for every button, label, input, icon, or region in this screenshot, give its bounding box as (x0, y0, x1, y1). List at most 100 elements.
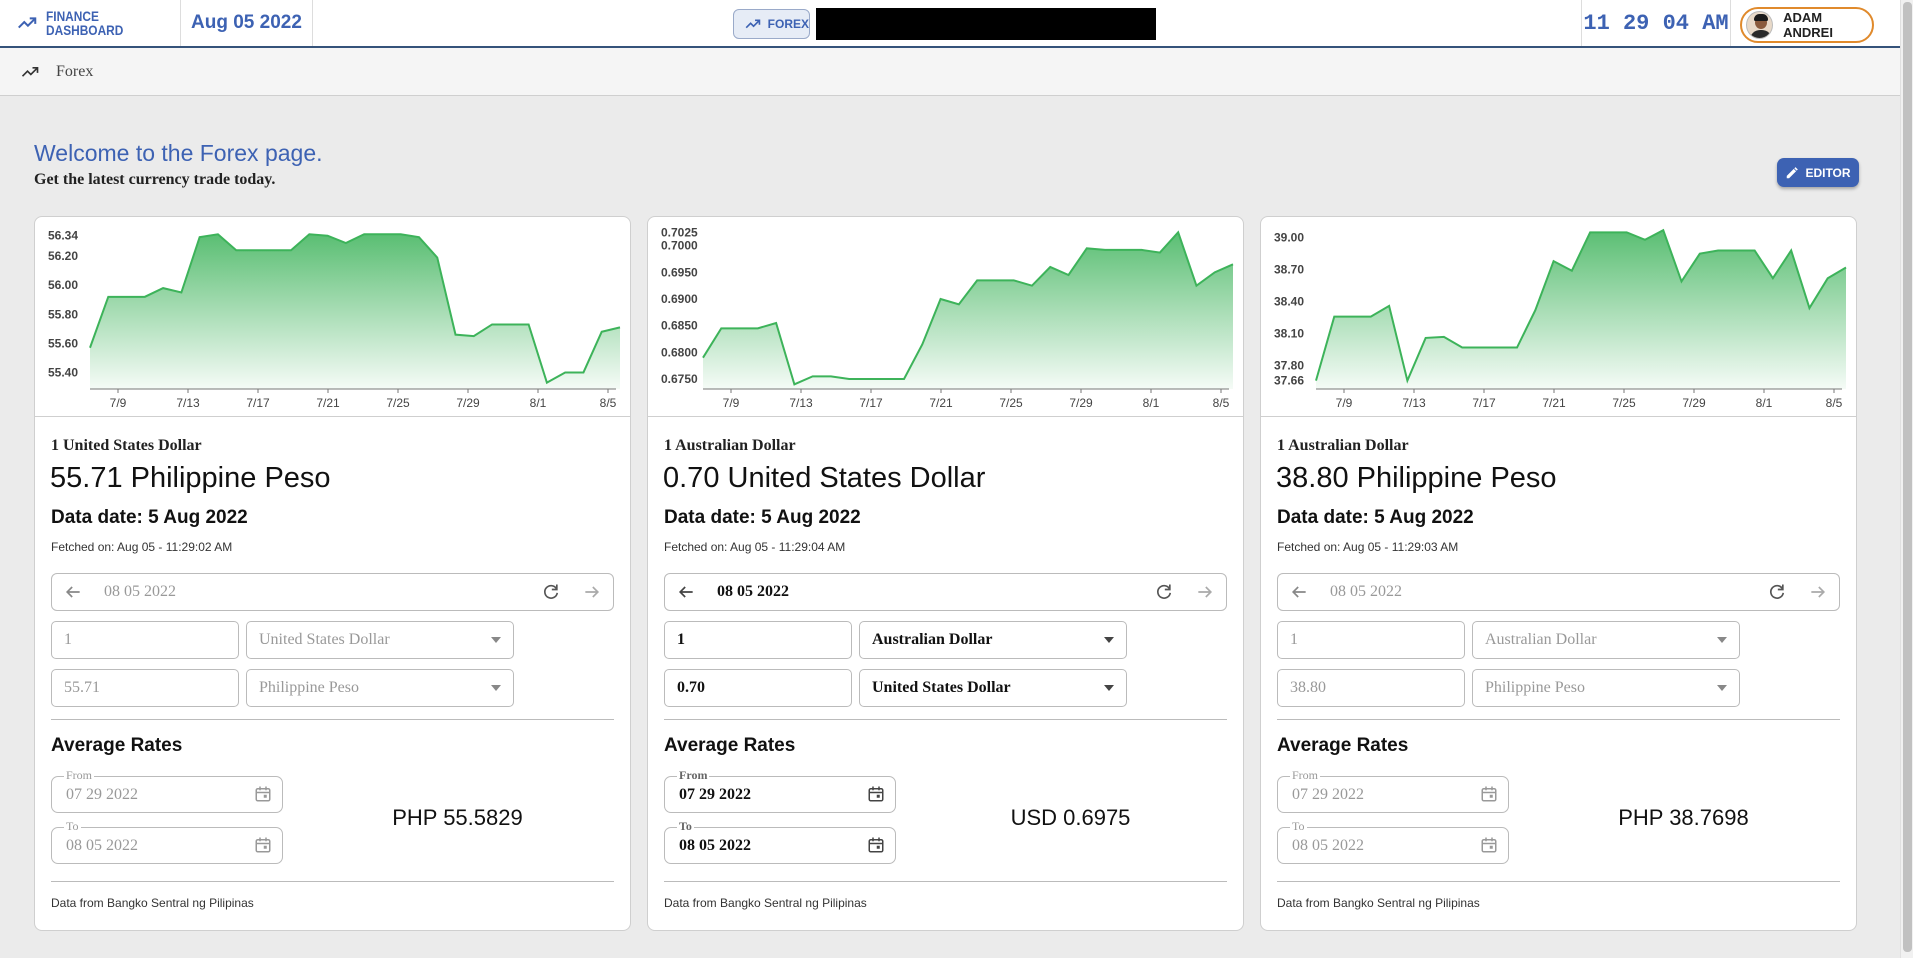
x-tick-label: 7/17 (246, 396, 270, 410)
to-label: To (64, 819, 81, 834)
from-date-value: 07 29 2022 (1292, 785, 1364, 803)
scrollbar-thumb[interactable] (1903, 2, 1912, 952)
pencil-icon (1787, 166, 1799, 178)
selected-date[interactable]: 08 05 2022 (94, 583, 531, 601)
arrow-right-icon[interactable] (571, 582, 613, 602)
rate-chart: 39.00 38.70 38.40 38.10 37.80 37.66 7/9 7/13 7/1… (1261, 217, 1856, 417)
arrow-left-icon[interactable] (665, 582, 707, 602)
divider (664, 881, 1227, 882)
y-tick-label: 0.6750 (661, 372, 698, 386)
amount-from-input[interactable]: 1 (664, 621, 852, 659)
amount-to-input[interactable]: 55.71 (51, 669, 239, 707)
x-tick-label: 8/1 (1143, 396, 1160, 410)
trending-up-icon (21, 66, 39, 77)
user-menu-button[interactable]: ADAM ANDREI (1740, 7, 1874, 43)
editor-label: EDITOR (1805, 165, 1851, 180)
currency-from-select[interactable]: Australian Dollar (859, 621, 1127, 659)
selected-date[interactable]: 08 05 2022 (707, 583, 1144, 601)
series-area (90, 234, 620, 389)
arrow-left-icon[interactable] (52, 582, 94, 602)
to-label: To (677, 819, 694, 834)
calendar-icon[interactable] (254, 836, 272, 854)
arrow-left-icon[interactable] (1278, 582, 1320, 602)
currency-from-select[interactable]: Australian Dollar (1472, 621, 1740, 659)
from-date-field[interactable]: From 07 29 2022 (1277, 768, 1509, 813)
caret-down-icon (491, 685, 501, 691)
fetched-on: Fetched on: Aug 05 - 11:29:04 AM (664, 540, 846, 554)
y-tick-label: 55.80 (48, 307, 78, 321)
y-tick-label: 55.40 (48, 365, 78, 379)
forex-card: 39.00 38.70 38.40 38.10 37.80 37.66 7/9 7/13 7/1… (1260, 216, 1857, 931)
x-tick-label: 8/5 (1826, 396, 1843, 410)
base-amount: 1 Australian Dollar (664, 437, 796, 454)
amount-to-input[interactable]: 0.70 (664, 669, 852, 707)
breadcrumb-label[interactable]: Forex (56, 63, 93, 81)
rate-chart: 0.7025 0.7000 0.6950 0.6900 0.6850 0.6800 0.67… (648, 217, 1243, 417)
x-tick-label: 8/5 (600, 396, 617, 410)
refresh-icon[interactable] (531, 582, 571, 602)
to-date-value: 08 05 2022 (66, 836, 138, 854)
x-tick-label: 7/17 (1472, 396, 1496, 410)
editor-button[interactable]: EDITOR (1777, 158, 1859, 187)
avatar (1746, 11, 1774, 39)
x-tick-label: 7/13 (789, 396, 813, 410)
y-tick-label: 0.7025 (661, 225, 698, 239)
caret-down-icon (1717, 685, 1727, 691)
amount-to-value: 0.70 (677, 679, 705, 696)
amount-from-value: 1 (677, 631, 685, 648)
calendar-icon[interactable] (867, 836, 885, 854)
y-tick-label: 0.6800 (661, 345, 698, 359)
amount-from-input[interactable]: 1 (1277, 621, 1465, 659)
to-date-field[interactable]: To 08 05 2022 (664, 819, 896, 864)
currency-to-select[interactable]: United States Dollar (859, 669, 1127, 707)
currency-from-value: Australian Dollar (1485, 631, 1597, 648)
x-tick-label: 7/25 (999, 396, 1023, 410)
currency-from-value: United States Dollar (259, 631, 390, 648)
from-label: From (677, 768, 710, 783)
currency-from-select[interactable]: United States Dollar (246, 621, 514, 659)
redacted-area (816, 8, 1156, 40)
divider (664, 719, 1227, 720)
forex-nav-chip[interactable]: FOREX (733, 9, 810, 39)
y-tick-label: 56.00 (48, 278, 78, 292)
x-tick-label: 7/29 (1069, 396, 1093, 410)
arrow-right-icon[interactable] (1797, 582, 1839, 602)
brand-line2: DASHBOARD (46, 22, 124, 38)
currency-to-select[interactable]: Philippine Peso (246, 669, 514, 707)
rate-chart-svg: 56.34 56.20 56.00 55.80 55.60 55.40 7/9 7/13 7/1… (48, 229, 621, 410)
divider (1277, 719, 1840, 720)
amount-from-input[interactable]: 1 (51, 621, 239, 659)
currency-to-select[interactable]: Philippine Peso (1472, 669, 1740, 707)
trending-up-icon (18, 17, 37, 29)
refresh-icon[interactable] (1144, 582, 1184, 602)
divider (51, 881, 614, 882)
x-tick-label: 7/21 (316, 396, 340, 410)
calendar-icon[interactable] (254, 785, 272, 803)
calendar-icon[interactable] (867, 785, 885, 803)
series-area (1316, 230, 1846, 389)
amount-to-input[interactable]: 38.80 (1277, 669, 1465, 707)
data-date: Data date: 5 Aug 2022 (664, 507, 861, 528)
y-tick-label: 38.10 (1274, 327, 1304, 341)
selected-date[interactable]: 08 05 2022 (1320, 583, 1757, 601)
x-tick-label: 7/21 (929, 396, 953, 410)
to-date-field[interactable]: To 08 05 2022 (1277, 819, 1509, 864)
x-tick-label: 7/9 (1336, 396, 1353, 410)
calendar-icon[interactable] (1480, 785, 1498, 803)
refresh-icon[interactable] (1757, 582, 1797, 602)
arrow-right-icon[interactable] (1184, 582, 1226, 602)
converted-rate: 38.80 Philippine Peso (1276, 462, 1557, 494)
x-tick-label: 7/13 (176, 396, 200, 410)
calendar-icon[interactable] (1480, 836, 1498, 854)
caret-down-icon (1717, 637, 1727, 643)
from-date-field[interactable]: From 07 29 2022 (664, 768, 896, 813)
x-tick-label: 7/25 (386, 396, 410, 410)
data-source: Data from Bangko Sentral ng Pilipinas (664, 896, 867, 910)
amount-to-value: 55.71 (64, 679, 100, 696)
currency-to-value: Philippine Peso (259, 679, 360, 696)
caret-down-icon (1104, 685, 1114, 691)
brand-logo[interactable]: FINANCE DASHBOARD (0, 0, 181, 46)
scrollbar[interactable] (1900, 0, 1913, 958)
to-date-field[interactable]: To 08 05 2022 (51, 819, 283, 864)
from-date-field[interactable]: From 07 29 2022 (51, 768, 283, 813)
